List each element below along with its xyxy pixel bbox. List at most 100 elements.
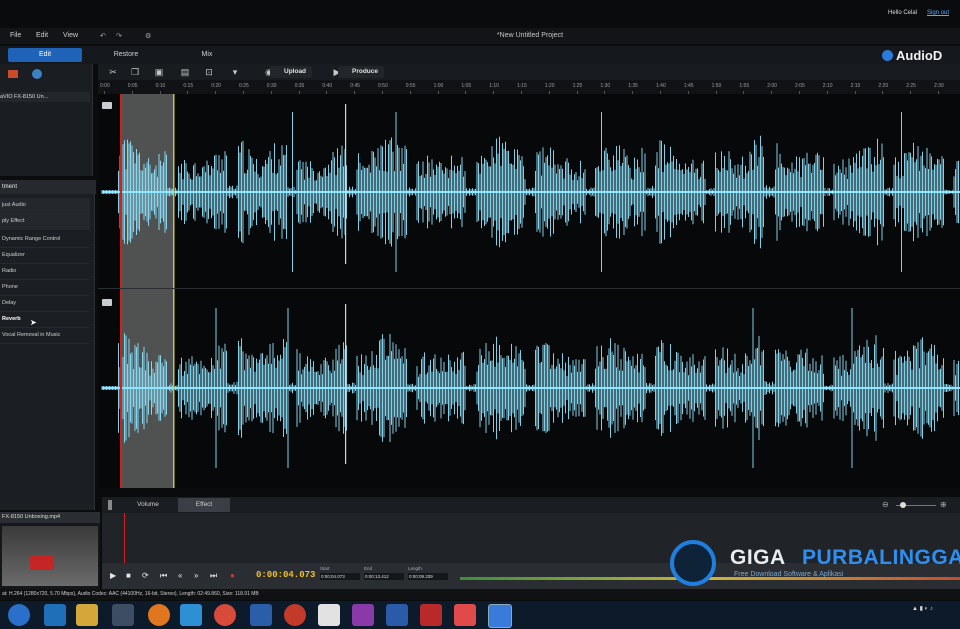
length-time[interactable]: Length 0:00:09.339 (408, 566, 448, 586)
ruler-tick-label: 1:55 (739, 83, 750, 89)
chrome-icon[interactable] (214, 604, 236, 626)
sign-out-link[interactable]: Sign out (927, 10, 949, 16)
copy-icon[interactable]: ❐ (130, 67, 140, 77)
audiodirector-task-icon[interactable] (488, 604, 512, 628)
fx-phone[interactable]: Phone (0, 280, 90, 296)
tab-effect[interactable]: Effect (178, 498, 230, 512)
fx-reverb[interactable]: Reverb (0, 312, 90, 328)
end-time[interactable]: End 0:00:13.412 (364, 566, 404, 586)
settings-icon[interactable]: ⚙ (145, 32, 151, 40)
zoom-control[interactable]: ⊖ ⊕ (882, 500, 952, 510)
photoshop-icon[interactable] (386, 604, 408, 626)
brand-icon (882, 50, 893, 61)
menu-file[interactable]: File (10, 32, 21, 39)
forward-icon[interactable]: » (194, 571, 198, 580)
tray-icons[interactable]: ▲ ▮ ◐ ♪ (912, 605, 933, 612)
start-button-icon[interactable] (8, 604, 30, 626)
ruler-tick-label: 1:35 (628, 83, 638, 89)
effects-panel: tment just Audio ply Effect Dynamic Rang… (0, 180, 96, 510)
loop-icon[interactable]: ⟳ (142, 571, 149, 580)
taskbar-app5-icon[interactable] (352, 604, 374, 626)
tab-mix[interactable]: Mix (190, 48, 224, 62)
selection-region (122, 94, 174, 488)
tab-edit[interactable]: Edit (8, 48, 82, 62)
messenger-icon[interactable] (180, 604, 202, 626)
ruler-tick-label: 1:45 (683, 83, 694, 89)
next-icon[interactable]: ⏭ (210, 571, 217, 581)
media-file-item[interactable]: aVIO FX-8150 Un... (0, 92, 90, 102)
taskbar-app4-icon[interactable] (318, 604, 340, 626)
ruler-tick-label: 2:15 (850, 83, 861, 89)
fx-vocal-removal[interactable]: Vocal Removal in Music (0, 328, 90, 344)
fx-dynamic-range-control[interactable]: Dynamic Range Control (0, 232, 90, 248)
import-media-icon[interactable] (8, 70, 18, 78)
track1-icon[interactable] (102, 102, 112, 109)
ruler-tick-label: 2:25 (906, 83, 916, 89)
watermark-logo-icon (670, 540, 716, 586)
windows-taskbar: ▲ ▮ ◐ ♪ (0, 601, 960, 629)
zoom-in-icon[interactable]: ⊕ (940, 500, 947, 509)
ruler-tick-label: 0:35 (294, 83, 305, 89)
record-icon[interactable]: ● (230, 571, 235, 580)
explorer-icon[interactable] (76, 604, 98, 626)
upload-button[interactable]: Upload (270, 66, 313, 78)
start-time[interactable]: Start 0:00:04.073 (320, 566, 360, 586)
mouse-cursor-icon: ➤ (30, 318, 37, 327)
taskbar-app3-icon[interactable] (284, 604, 306, 626)
zoom-slider-thumb[interactable] (900, 502, 906, 508)
waveform-area[interactable] (98, 94, 960, 488)
project-title: *New Untitled Project (496, 32, 564, 39)
ruler-tick-label: 1:40 (656, 83, 666, 89)
undo-icon[interactable]: ↶ (100, 32, 106, 40)
stop-icon[interactable]: ■ (126, 571, 131, 580)
fx-delay[interactable]: Delay (0, 296, 90, 312)
waveform-centerline (102, 191, 960, 193)
produce-button[interactable]: Produce (338, 66, 385, 78)
ruler-tick-label: 0:00 (100, 83, 110, 89)
delete-icon[interactable]: ▤ (180, 67, 190, 77)
redo-icon[interactable]: ↷ (116, 32, 122, 40)
firefox-icon[interactable] (148, 604, 170, 626)
ruler-tick-label: 1:30 (600, 83, 611, 89)
menu-bar: File Edit View ↶ ↷ ⚙ *New Untitled Proje… (0, 28, 960, 44)
waveform-centerline (102, 387, 960, 389)
tab-volume[interactable]: Volume (126, 498, 170, 512)
zoom-out-icon[interactable]: ⊖ (882, 500, 889, 509)
user-greeting: Hello Celal (888, 10, 918, 16)
fx-radio[interactable]: Radio (0, 264, 90, 280)
fx-apply-effect[interactable]: ply Effect (0, 214, 90, 230)
ruler-tick-label: 2:10 (822, 83, 833, 89)
ie-icon[interactable] (44, 604, 66, 626)
taskbar-app2-icon[interactable] (250, 604, 272, 626)
play-icon[interactable]: ▶ (110, 571, 116, 580)
ruler-tick-label: 0:55 (405, 83, 416, 89)
rewind-icon[interactable]: « (178, 571, 182, 580)
trim-icon[interactable]: ⊡ (204, 67, 214, 77)
cursor-line-bottom (345, 304, 347, 464)
capture-icon[interactable] (32, 69, 42, 79)
effect-playhead (124, 513, 125, 563)
taskbar-app-icon[interactable] (112, 604, 134, 626)
timeline-ruler[interactable]: 0:00 0:05 0:10 0:15 0:20 0:25 0:30 0:35 0:40 0:45… (98, 80, 960, 94)
panel-handle-icon[interactable] (108, 500, 112, 510)
cut-icon[interactable]: ✂ (108, 67, 118, 77)
taskbar-app7-icon[interactable] (454, 604, 476, 626)
playhead-line (120, 94, 122, 488)
track2-icon[interactable] (102, 299, 112, 306)
fx-adjust-audio[interactable]: just Audio (0, 198, 90, 214)
marker-icon[interactable]: ▾ (230, 67, 240, 77)
preview-panel: FX-8150 Unboxing.mp4 (0, 512, 100, 592)
tab-restore[interactable]: Restore (104, 48, 148, 62)
prev-icon[interactable]: ⏮ (160, 571, 167, 581)
taskbar-app6-icon[interactable] (420, 604, 442, 626)
menu-edit[interactable]: Edit (36, 32, 48, 39)
paste-icon[interactable]: ▣ (154, 67, 164, 77)
fx-equalizer[interactable]: Equalizer (0, 248, 90, 264)
ruler-tick-label: 0:10 (155, 83, 166, 89)
ruler-tick-label: 0:15 (183, 83, 194, 89)
cursor-line-top (345, 104, 347, 264)
menu-view[interactable]: View (63, 32, 78, 39)
ruler-tick-label: 1:05 (461, 83, 472, 89)
media-library-panel: aVIO FX-8150 Un... (0, 64, 93, 176)
video-thumbnail (2, 526, 98, 586)
